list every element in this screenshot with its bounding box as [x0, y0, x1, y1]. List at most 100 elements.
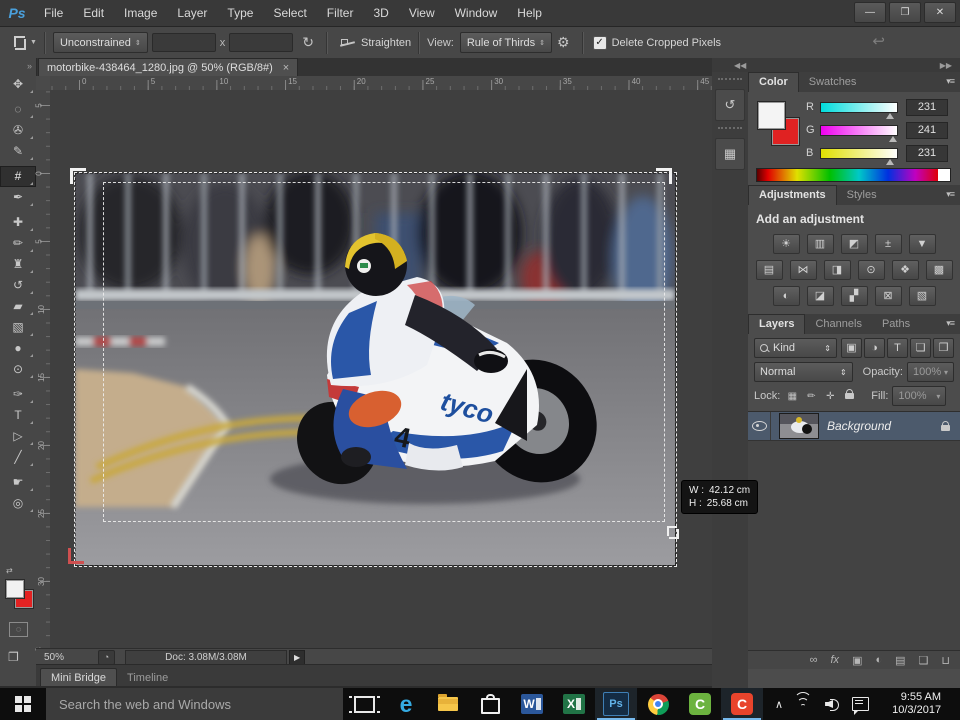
layer-name[interactable]: Background: [827, 419, 941, 433]
dodge-tool[interactable]: ⊙: [0, 359, 36, 380]
close-document-icon[interactable]: ×: [283, 62, 289, 74]
tray-chevron-icon[interactable]: ∧: [775, 698, 783, 711]
file-explorer-icon[interactable]: [427, 688, 469, 720]
color-panel-menu-icon[interactable]: ▾≡: [946, 76, 955, 87]
layer-effects-icon[interactable]: fx: [831, 654, 840, 666]
threshold-icon[interactable]: ▞: [840, 286, 868, 306]
notification-icon[interactable]: [852, 697, 870, 715]
tools-collapse-icon[interactable]: »: [0, 58, 36, 74]
layer-thumbnail[interactable]: [779, 413, 819, 439]
tab-mini-bridge[interactable]: Mini Bridge: [40, 668, 118, 687]
properties-panel-icon[interactable]: ▦: [715, 138, 745, 170]
status-arrow-icon[interactable]: ▶: [289, 649, 306, 665]
document-tab[interactable]: motorbike-438464_1280.jpg @ 50% (RGB/8#)…: [38, 58, 299, 77]
doc-size-info[interactable]: Doc: 3.08M/3.08M: [125, 649, 288, 665]
new-adjustment-layer-icon[interactable]: ◐: [875, 654, 882, 666]
tool-preset-arrow-icon[interactable]: ▼: [30, 39, 37, 46]
collapse-dock-icon[interactable]: ◀◀: [734, 61, 746, 70]
levels-icon[interactable]: ▥: [806, 234, 834, 254]
eraser-tool[interactable]: ▰: [0, 296, 36, 317]
swap-dimensions-icon[interactable]: ↻: [297, 34, 319, 51]
color-spectrum-ramp[interactable]: [756, 168, 940, 182]
ruler-origin-corner[interactable]: [36, 76, 51, 91]
eyedropper-tool[interactable]: ✒: [0, 187, 36, 208]
background-layer-row[interactable]: Background: [748, 412, 960, 441]
channel-value[interactable]: 231: [906, 144, 948, 162]
zoom-tool[interactable]: ◎: [0, 493, 36, 514]
new-layer-icon[interactable]: ❑: [919, 654, 929, 667]
lock-transparency-icon[interactable]: ▦: [784, 389, 800, 404]
crop-marching-ants-inner[interactable]: [103, 182, 665, 522]
layer-filter-kind-dropdown[interactable]: Kind ⇕: [754, 338, 837, 358]
channel-slider[interactable]: [820, 101, 898, 119]
color-tab-swatches[interactable]: Swatches: [799, 73, 867, 92]
zoom-level[interactable]: 50%: [36, 652, 72, 663]
crop-handle-top-right[interactable]: [656, 168, 672, 184]
channel-value[interactable]: 231: [906, 98, 948, 116]
quick-selection-tool[interactable]: ✎: [0, 141, 36, 162]
invert-icon[interactable]: ◐: [772, 286, 800, 306]
exposure-icon[interactable]: ±: [874, 234, 902, 254]
lock-all-icon[interactable]: [841, 388, 857, 404]
menu-file[interactable]: File: [34, 0, 73, 26]
adjustments-panel-menu-icon[interactable]: ▾≡: [946, 189, 955, 200]
store-icon[interactable]: [469, 688, 511, 720]
channel-mixer-icon[interactable]: ❖: [891, 260, 919, 280]
posterize-icon[interactable]: ◪: [806, 286, 834, 306]
filter-smart-objects-icon[interactable]: ❒: [933, 338, 954, 358]
expand-dock-icon[interactable]: ▶▶: [940, 61, 952, 70]
adjustments-tab-styles[interactable]: Styles: [837, 186, 887, 205]
camtasia-recorder-icon[interactable]: C: [721, 688, 763, 720]
channel-value[interactable]: 241: [906, 121, 948, 139]
volume-icon[interactable]: [825, 698, 840, 711]
white-swatch[interactable]: [938, 168, 951, 182]
slider-thumb-icon[interactable]: [888, 135, 897, 142]
filter-shape-layers-icon[interactable]: ❏: [910, 338, 931, 358]
menu-type[interactable]: Type: [217, 0, 263, 26]
menu-view[interactable]: View: [399, 0, 445, 26]
blur-tool[interactable]: ●: [0, 338, 36, 359]
delete-cropped-pixels-checkbox[interactable]: ✓: [592, 35, 607, 50]
brightness-contrast-icon[interactable]: ☀: [772, 234, 800, 254]
taskbar-clock[interactable]: 9:55 AM 10/3/2017: [879, 691, 941, 717]
line-tool[interactable]: ╱: [0, 447, 36, 468]
lasso-tool[interactable]: ✇: [0, 120, 36, 141]
excel-icon[interactable]: X: [553, 688, 595, 720]
crop-tool[interactable]: #: [0, 166, 36, 187]
color-tab-color[interactable]: Color: [748, 72, 799, 92]
crop-handle-top-left[interactable]: [70, 168, 86, 184]
photo-filter-icon[interactable]: ⊙: [857, 260, 885, 280]
crop-height-input[interactable]: [229, 33, 294, 52]
crop-cursor-icon[interactable]: [666, 526, 679, 539]
layers-tab-paths[interactable]: Paths: [872, 315, 920, 334]
marquee-tool[interactable]: ◌: [0, 99, 36, 120]
menu-help[interactable]: Help: [507, 0, 552, 26]
move-tool[interactable]: ✥: [0, 74, 36, 95]
status-circle-icon[interactable]: ◔: [98, 649, 116, 665]
link-layers-icon[interactable]: ∞: [810, 654, 818, 666]
layer-visibility-toggle[interactable]: [748, 412, 771, 440]
layer-mask-icon[interactable]: ▣: [852, 654, 862, 667]
word-icon[interactable]: W: [511, 688, 553, 720]
straighten-icon[interactable]: [339, 38, 356, 48]
start-button[interactable]: [0, 688, 46, 720]
layers-tab-channels[interactable]: Channels: [805, 315, 871, 334]
filter-pixel-layers-icon[interactable]: ▣: [841, 338, 862, 358]
delete-layer-icon[interactable]: ⊔: [941, 654, 950, 667]
lock-pixels-icon[interactable]: ✏: [803, 389, 819, 404]
crop-options-gear-icon[interactable]: ⚙: [552, 34, 575, 51]
path-selection-tool[interactable]: ▷: [0, 426, 36, 447]
color-balance-icon[interactable]: ⋈: [789, 260, 817, 280]
layers-panel-menu-icon[interactable]: ▾≡: [946, 318, 955, 329]
blend-mode-dropdown[interactable]: Normal ⇕: [754, 362, 853, 382]
curves-icon[interactable]: ◩: [840, 234, 868, 254]
reset-crop-icon[interactable]: ↩: [872, 32, 885, 50]
gradient-tool[interactable]: ▧: [0, 317, 36, 338]
wifi-icon[interactable]: [794, 692, 813, 710]
menu-3d[interactable]: 3D: [363, 0, 398, 26]
tab-timeline[interactable]: Timeline: [117, 669, 178, 687]
menu-select[interactable]: Select: [263, 0, 316, 26]
brush-tool[interactable]: ✏: [0, 233, 36, 254]
gradient-map-icon[interactable]: ▧: [908, 286, 936, 306]
menu-edit[interactable]: Edit: [73, 0, 114, 26]
